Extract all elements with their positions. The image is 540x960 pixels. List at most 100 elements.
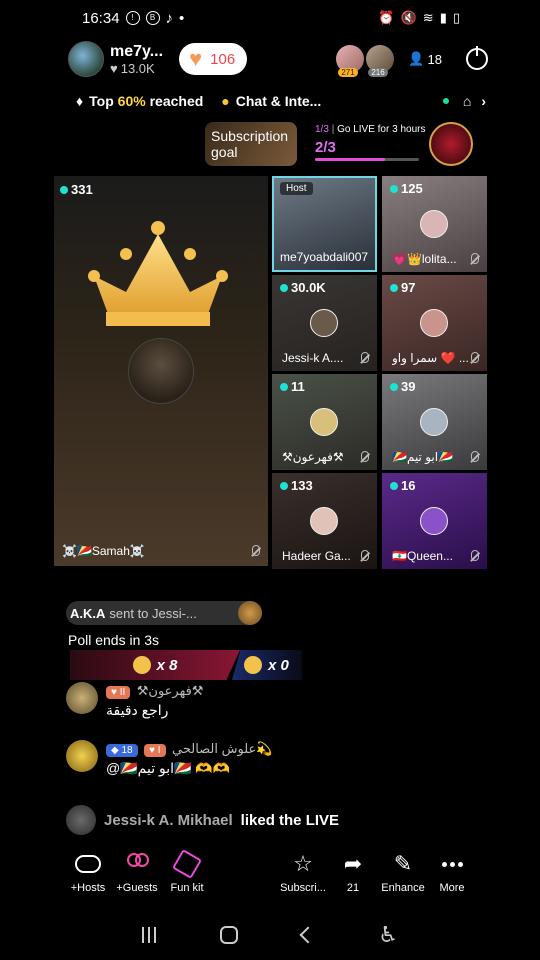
video-tile[interactable]: 97 سمرا واو ❤️ ...: [382, 275, 487, 371]
gift-notification[interactable]: A.K.A sent to Jessi-...: [66, 601, 262, 625]
tile-avatar: [310, 507, 338, 535]
liked-text: liked the LIVE: [240, 811, 340, 829]
signal-icon: ▮: [439, 10, 447, 25]
mic-muted-icon: [471, 352, 479, 363]
top-percent: 60%: [117, 93, 146, 109]
main-video-count: 331: [60, 182, 93, 197]
viewer-badge: 216: [368, 68, 388, 77]
alarm-icon: ⏰: [378, 10, 395, 25]
subscription-goal-label: Subscription goal: [211, 128, 289, 160]
liker-name[interactable]: Jessi-k A. Mikhael: [104, 812, 233, 829]
tile-count: 11: [280, 379, 305, 394]
power-icon[interactable]: [466, 46, 488, 70]
video-tile[interactable]: 125 💗👑lolita...: [382, 176, 487, 272]
crown-icon: [88, 221, 228, 326]
tile-name: 🇱🇧Queen...: [392, 549, 453, 563]
top-rank[interactable]: Top 60% reached: [89, 93, 203, 109]
host-likes-count: 13.0K: [120, 60, 155, 76]
tile-avatar: [420, 309, 448, 337]
tile-name: ⚒فهرعون⚒: [282, 450, 344, 464]
chat-username[interactable]: ⚒فهرعون⚒: [137, 683, 204, 698]
heart-badge: ♥ I: [144, 744, 166, 757]
add-hosts-button[interactable]: +Hosts: [60, 850, 116, 894]
more-dots-icon: [441, 861, 463, 867]
gift-text: sent to Jessi-...: [109, 605, 197, 621]
mic-muted-icon: [471, 451, 479, 462]
chat-username[interactable]: علوش الصالحي💫: [172, 741, 272, 756]
share-button[interactable]: ➦ 21: [325, 850, 381, 894]
mic-muted-icon: [361, 550, 369, 561]
tile-avatar: [420, 210, 448, 238]
system-nav-bar: ♿: [0, 915, 540, 955]
mic-muted-icon: [471, 550, 479, 561]
chevron-right-icon[interactable]: ›: [481, 93, 486, 109]
host-avatar[interactable]: [68, 41, 104, 77]
video-tile[interactable]: 11 ⚒فهرعون⚒: [272, 374, 377, 470]
poll-bar[interactable]: x 8 x 0: [70, 650, 302, 680]
top-viewers[interactable]: 271 216 👤 18: [334, 45, 488, 77]
fun-kit-button[interactable]: Fun kit: [159, 848, 215, 894]
enhance-wand-icon: ✎: [393, 851, 413, 876]
main-video-name: ☠️🇸🇨Samah☠️: [62, 544, 145, 558]
subscribe-button[interactable]: ☆ Subscri...: [275, 850, 331, 894]
like-count: 106: [210, 50, 236, 68]
chat-text: @🇸🇨ابو تيم🇸🇨 🫶🫶: [106, 760, 231, 776]
viewer-avatar[interactable]: 271: [336, 45, 365, 77]
mic-muted-icon: [252, 545, 260, 556]
hosts-icon: [75, 855, 101, 873]
poll-option-right[interactable]: x 0: [232, 650, 302, 680]
like-notification: Jessi-k A. Mikhael liked the LIVE: [66, 805, 339, 835]
chat-avatar[interactable]: [66, 682, 98, 714]
dot-icon: •: [179, 9, 185, 27]
main-video[interactable]: 331 ☠️🇸🇨Samah☠️: [54, 176, 268, 566]
more-button[interactable]: More: [424, 850, 480, 894]
go-live-progress-fill: [315, 158, 385, 161]
poll-right-count: x 0: [268, 656, 289, 674]
subscribe-icon: ☆: [293, 851, 313, 876]
heart-badge: ♥ II: [106, 686, 131, 699]
enhance-button[interactable]: ✎ Enhance: [375, 850, 431, 894]
liker-avatar[interactable]: [66, 805, 96, 835]
chat-interact-label[interactable]: Chat & Inte...: [236, 93, 322, 109]
heart-icon: ♥: [189, 46, 203, 71]
home-icon[interactable]: ⌂: [463, 93, 471, 109]
level-badge: ◆ 18: [106, 744, 138, 757]
tile-count: 30.0K: [280, 280, 326, 295]
viewer-avatar[interactable]: 216: [366, 45, 395, 77]
go-live-goal[interactable]: 1/3 | Go LIVE for 3 hours 2/3: [315, 124, 430, 156]
add-hosts-label: +Hosts: [70, 882, 106, 894]
home-button-icon[interactable]: [220, 926, 239, 944]
poll-title: Poll ends in 3s: [68, 632, 160, 648]
accessibility-icon[interactable]: ♿: [378, 922, 398, 948]
lantern-icon[interactable]: [429, 122, 473, 166]
add-guests-button[interactable]: +Guests: [109, 850, 165, 894]
level-badge-text: 18: [121, 745, 133, 756]
heart-badge-level: I: [157, 745, 161, 756]
poll-option-left[interactable]: x 8: [70, 650, 240, 680]
tile-name: 💗👑lolita...: [392, 252, 457, 266]
recent-apps-icon[interactable]: [142, 927, 157, 943]
video-tile-host[interactable]: Host me7yoabdali007: [272, 176, 377, 272]
back-icon[interactable]: [299, 926, 317, 944]
tiktok-icon: ♪: [165, 9, 174, 27]
viewer-count[interactable]: 👤 18: [408, 51, 442, 67]
video-tile[interactable]: 133 Hadeer Ga...: [272, 473, 377, 569]
live-header: me7y... ♥ 13.0K ♥ 106 271 216 👤 18: [68, 40, 488, 78]
smile-emoji-icon: [132, 656, 151, 674]
video-tile[interactable]: 16 🇱🇧Queen...: [382, 473, 487, 569]
enhance-label: Enhance: [381, 882, 425, 894]
subscription-goal-card[interactable]: Subscription goal: [205, 122, 297, 166]
video-tile[interactable]: 39 🇸🇨ابو تيم🇸🇨: [382, 374, 487, 470]
chat-avatar[interactable]: [66, 740, 98, 772]
fun-kit-label: Fun kit: [170, 882, 204, 894]
guests-icon: [125, 853, 149, 875]
tile-name: me7yoabdali007: [280, 250, 369, 264]
like-button[interactable]: ♥ 106: [179, 43, 248, 75]
host-info[interactable]: me7y... ♥ 13.0K: [110, 43, 163, 76]
tile-name: Hadeer Ga...: [282, 549, 351, 563]
chat-message[interactable]: ♥ II ⚒فهرعون⚒ راجع دقيقة: [66, 682, 203, 719]
mic-muted-icon: [471, 253, 479, 264]
video-tile[interactable]: 30.0K Jessi-k A....: [272, 275, 377, 371]
chat-message[interactable]: ◆ 18 ♥ I علوش الصالحي💫 @🇸🇨ابو تيم🇸🇨 🫶🫶: [66, 740, 272, 777]
tile-count: 16: [390, 478, 415, 493]
